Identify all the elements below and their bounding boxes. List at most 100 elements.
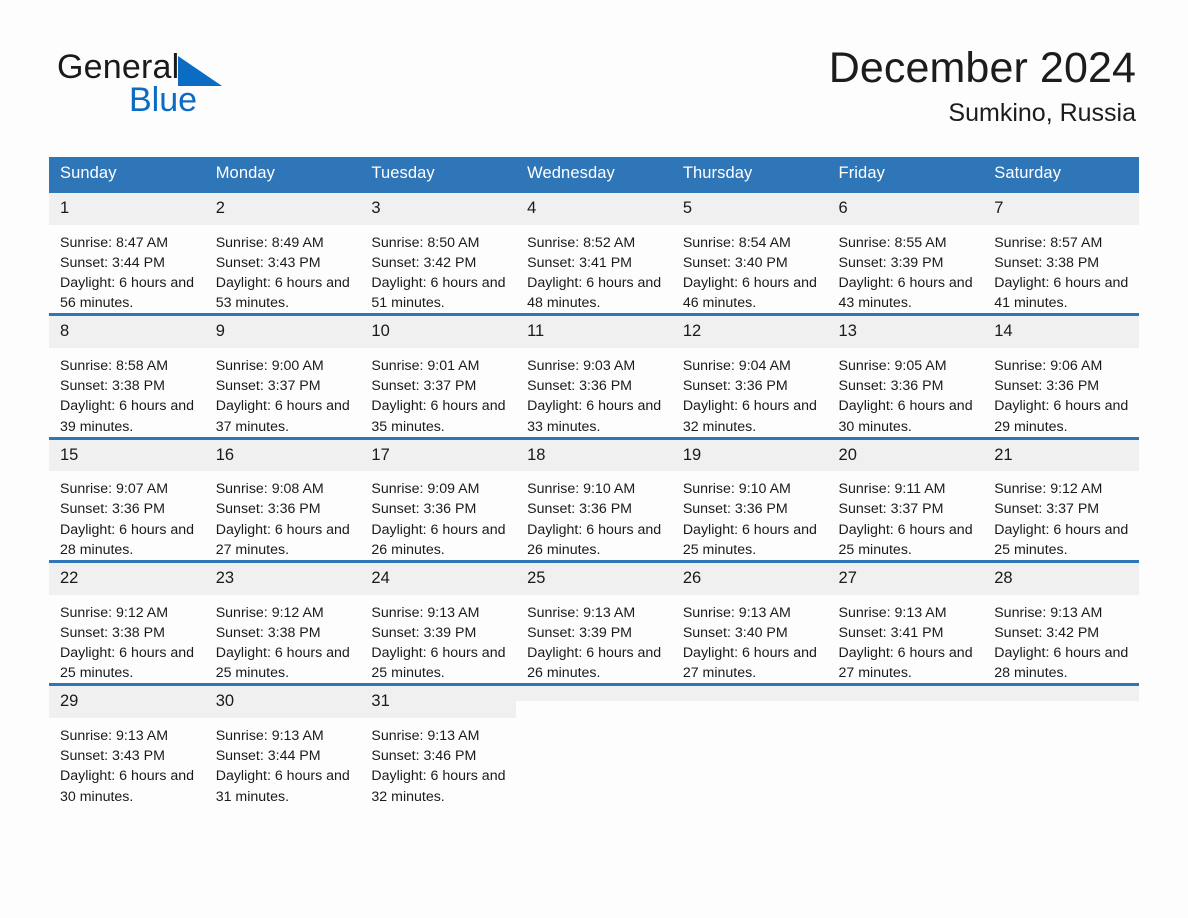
calendar-table: Sunday Monday Tuesday Wednesday Thursday… — [49, 157, 1139, 807]
sunset-text: Sunset: 3:40 PM — [682, 624, 788, 641]
sunset-text: Sunset: 3:37 PM — [994, 501, 1100, 518]
sunset-text: Sunset: 3:38 PM — [60, 378, 165, 395]
sunset-text: Sunset: 3:36 PM — [371, 501, 477, 518]
day-number: 16 — [204, 439, 361, 472]
daylight-text: Daylight: 6 hours and 25 minutes. — [60, 644, 195, 682]
calendar-day-cell[interactable]: 31 Sunrise: 9:13 AM Sunset: 3:46 PM Dayligh… — [360, 683, 517, 807]
daylight-text: Daylight: 6 hours and 43 minutes. — [838, 275, 973, 312]
daylight-text: Daylight: 6 hours and 39 minutes. — [60, 398, 195, 435]
daylight-text: Daylight: 6 hours and 25 minutes. — [215, 644, 350, 682]
daylight-text: Daylight: 6 hours and 26 minutes. — [527, 644, 662, 682]
sunset-text: Sunset: 3:36 PM — [682, 501, 788, 518]
day-number: 21 — [983, 439, 1139, 472]
day-number: 8 — [49, 316, 205, 348]
calendar-day-cell[interactable]: 9 Sunrise: 9:00 AM Sunset: 3:37 PM Daylight… — [204, 313, 361, 439]
calendar-day-cell[interactable]: 20 Sunrise: 9:11 AM Sunset: 3:37 PM Dayligh… — [827, 436, 984, 562]
weekday-header-friday: Friday — [827, 157, 984, 192]
day-number: 6 — [827, 193, 984, 225]
calendar-container: Sunday Monday Tuesday Wednesday Thursday… — [49, 157, 1139, 807]
day-number: 15 — [49, 439, 205, 472]
calendar-day-cell[interactable]: 26 Sunrise: 9:13 AM Sunset: 3:40 PM Dayligh… — [671, 560, 828, 685]
calendar-day-cell[interactable]: 28 Sunrise: 9:13 AM Sunset: 3:42 PM Dayligh… — [983, 560, 1139, 685]
calendar-day-cell[interactable]: 17 Sunrise: 9:09 AM Sunset: 3:36 PM Dayligh… — [360, 436, 517, 562]
day-number: 23 — [204, 563, 361, 595]
sunrise-text: Sunrise: 9:10 AM — [527, 481, 636, 498]
calendar-day-cell[interactable]: 7 Sunrise: 8:57 AM Sunset: 3:38 PM Daylight… — [983, 190, 1139, 315]
title-block: December 2024 Sumkino, Russia — [829, 44, 1136, 128]
sunset-text: Sunset: 3:36 PM — [682, 378, 788, 395]
brand-name-general: General — [57, 48, 180, 86]
weekday-header-wednesday: Wednesday — [516, 157, 672, 192]
calendar-day-cell[interactable]: 10 Sunrise: 9:01 AM Sunset: 3:37 PM Dayligh… — [360, 313, 517, 439]
day-number — [827, 686, 984, 702]
day-number: 24 — [360, 563, 517, 595]
calendar-day-cell[interactable]: 2 Sunrise: 8:49 AM Sunset: 3:43 PM Daylight… — [204, 190, 361, 315]
calendar-day-cell[interactable]: 1 Sunrise: 8:47 AM Sunset: 3:44 PM Daylight… — [49, 190, 205, 315]
sunrise-text: Sunrise: 9:08 AM — [215, 481, 324, 498]
daylight-text: Daylight: 6 hours and 25 minutes. — [682, 521, 817, 558]
sunrise-text: Sunrise: 8:58 AM — [60, 357, 169, 374]
calendar-day-cell[interactable]: 23 Sunrise: 9:12 AM Sunset: 3:38 PM Dayligh… — [204, 560, 361, 685]
day-number: 18 — [516, 439, 672, 472]
sunset-text: Sunset: 3:42 PM — [371, 254, 477, 271]
sunset-text: Sunset: 3:44 PM — [215, 748, 321, 765]
calendar-day-cell[interactable]: 11 Sunrise: 9:03 AM Sunset: 3:36 PM Dayligh… — [516, 313, 672, 439]
calendar-day-cell[interactable]: 25 Sunrise: 9:13 AM Sunset: 3:39 PM Dayligh… — [516, 560, 672, 685]
calendar-week-row: 29 Sunrise: 9:13 AM Sunset: 3:43 PM Dayligh… — [49, 683, 1139, 807]
sunrise-text: Sunrise: 9:13 AM — [994, 604, 1103, 621]
calendar-day-cell[interactable]: 3 Sunrise: 8:50 AM Sunset: 3:42 PM Daylight… — [360, 190, 517, 315]
page-title: December 2024 — [828, 44, 1136, 92]
calendar-day-cell[interactable]: 21 Sunrise: 9:12 AM Sunset: 3:37 PM Dayligh… — [983, 436, 1139, 562]
brand-logo[interactable]: General Blue — [57, 50, 357, 122]
calendar-day-cell[interactable]: 18 Sunrise: 9:10 AM Sunset: 3:36 PM Dayligh… — [516, 436, 672, 562]
sunset-text: Sunset: 3:41 PM — [527, 254, 632, 271]
daylight-text: Daylight: 6 hours and 28 minutes. — [994, 644, 1129, 682]
calendar-day-cell[interactable]: 29 Sunrise: 9:13 AM Sunset: 3:43 PM Dayligh… — [49, 683, 205, 807]
page-header: General Blue December 2024 Sumkino, Russ… — [0, 0, 1188, 127]
sunset-text: Sunset: 3:43 PM — [60, 748, 165, 765]
sunset-text: Sunset: 3:44 PM — [60, 254, 165, 271]
sunset-text: Sunset: 3:41 PM — [838, 624, 944, 641]
daylight-text: Daylight: 6 hours and 53 minutes. — [215, 275, 350, 312]
day-number: 12 — [671, 316, 828, 348]
daylight-text: Daylight: 6 hours and 26 minutes. — [371, 521, 506, 558]
calendar-day-cell[interactable]: 8 Sunrise: 8:58 AM Sunset: 3:38 PM Daylight… — [49, 313, 205, 439]
calendar-day-cell[interactable]: 4 Sunrise: 8:52 AM Sunset: 3:41 PM Daylight… — [516, 190, 672, 315]
day-number: 1 — [49, 193, 205, 225]
calendar-day-cell[interactable]: 6 Sunrise: 8:55 AM Sunset: 3:39 PM Daylight… — [827, 190, 984, 315]
daylight-text: Daylight: 6 hours and 28 minutes. — [60, 521, 195, 558]
day-number: 29 — [49, 686, 205, 718]
daylight-text: Daylight: 6 hours and 35 minutes. — [371, 398, 506, 435]
calendar-day-cell[interactable]: 27 Sunrise: 9:13 AM Sunset: 3:41 PM Dayligh… — [827, 560, 984, 685]
sunset-text: Sunset: 3:38 PM — [994, 254, 1100, 271]
calendar-page: General Blue December 2024 Sumkino, Russ… — [0, 0, 1188, 918]
sunrise-text: Sunrise: 8:47 AM — [60, 234, 169, 251]
calendar-day-cell[interactable]: 13 Sunrise: 9:05 AM Sunset: 3:36 PM Dayligh… — [827, 313, 984, 439]
calendar-day-cell[interactable]: 15 Sunrise: 9:07 AM Sunset: 3:36 PM Dayligh… — [49, 436, 205, 562]
sunrise-text: Sunrise: 8:50 AM — [371, 234, 480, 251]
day-number: 3 — [360, 193, 517, 225]
sunset-text: Sunset: 3:36 PM — [838, 378, 944, 395]
daylight-text: Daylight: 6 hours and 25 minutes. — [994, 521, 1129, 558]
sunrise-text: Sunrise: 8:49 AM — [215, 234, 324, 251]
sunrise-text: Sunrise: 9:01 AM — [371, 357, 480, 374]
calendar-day-cell[interactable]: 16 Sunrise: 9:08 AM Sunset: 3:36 PM Dayligh… — [204, 436, 361, 562]
calendar-day-cell[interactable]: 14 Sunrise: 9:06 AM Sunset: 3:36 PM Dayligh… — [983, 313, 1139, 439]
calendar-week-row: 8 Sunrise: 8:58 AM Sunset: 3:38 PM Daylight… — [49, 313, 1139, 439]
calendar-day-cell[interactable]: 24 Sunrise: 9:13 AM Sunset: 3:39 PM Dayligh… — [360, 560, 517, 685]
calendar-day-cell[interactable]: 5 Sunrise: 8:54 AM Sunset: 3:40 PM Daylight… — [671, 190, 828, 315]
daylight-text: Daylight: 6 hours and 33 minutes. — [527, 398, 662, 435]
day-number: 5 — [671, 193, 828, 225]
calendar-day-cell[interactable]: 12 Sunrise: 9:04 AM Sunset: 3:36 PM Dayligh… — [671, 313, 828, 439]
calendar-day-cell-empty — [516, 683, 672, 807]
calendar-day-cell[interactable]: 30 Sunrise: 9:13 AM Sunset: 3:44 PM Dayligh… — [204, 683, 361, 807]
calendar-day-cell[interactable]: 22 Sunrise: 9:12 AM Sunset: 3:38 PM Dayligh… — [49, 560, 205, 685]
calendar-day-cell-empty — [671, 683, 828, 807]
sunset-text: Sunset: 3:43 PM — [215, 254, 321, 271]
calendar-day-cell[interactable]: 19 Sunrise: 9:10 AM Sunset: 3:36 PM Dayligh… — [671, 436, 828, 562]
daylight-text: Daylight: 6 hours and 51 minutes. — [371, 275, 506, 312]
weekday-header-saturday: Saturday — [983, 157, 1139, 192]
sunset-text: Sunset: 3:39 PM — [838, 254, 944, 271]
sunrise-text: Sunrise: 8:52 AM — [527, 234, 636, 251]
calendar-week-row: 22 Sunrise: 9:12 AM Sunset: 3:38 PM Dayligh… — [49, 560, 1139, 685]
